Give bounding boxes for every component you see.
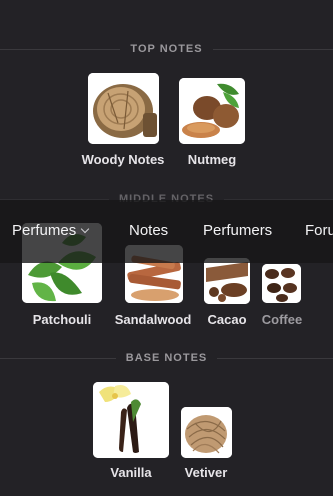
nav-item-notes[interactable]: Notes xyxy=(129,222,168,239)
note-label-coffee[interactable]: Coffee xyxy=(262,312,302,327)
note-label-woody-notes[interactable]: Woody Notes xyxy=(82,152,165,167)
nav-item-perfumers[interactable]: Perfumers xyxy=(203,222,272,239)
section-title-top: TOP NOTES xyxy=(130,43,203,55)
note-label-vetiver[interactable]: Vetiver xyxy=(185,465,228,480)
note-label-patchouli[interactable]: Patchouli xyxy=(33,312,92,327)
note-image-woody-notes[interactable] xyxy=(88,73,159,144)
note-image-vetiver[interactable] xyxy=(181,407,232,458)
note-image-nutmeg[interactable] xyxy=(179,78,245,144)
note-label-cacao[interactable]: Cacao xyxy=(207,312,246,327)
note-image-cacao[interactable] xyxy=(204,258,250,304)
top-navbar: Perfumes Notes Perfumers Forum xyxy=(0,200,333,263)
note-image-vanilla[interactable] xyxy=(93,382,169,458)
nav-item-forum[interactable]: Forum xyxy=(305,222,333,239)
section-divider-base: BASE NOTES xyxy=(0,350,333,366)
note-label-nutmeg[interactable]: Nutmeg xyxy=(188,152,236,167)
note-label-sandalwood[interactable]: Sandalwood xyxy=(115,312,192,327)
note-image-coffee[interactable] xyxy=(262,264,301,303)
section-title-base: BASE NOTES xyxy=(125,352,208,364)
note-label-vanilla[interactable]: Vanilla xyxy=(110,465,151,480)
section-divider-top: TOP NOTES xyxy=(0,41,333,57)
chevron-down-icon xyxy=(80,224,90,234)
nav-item-perfumes-label: Perfumes xyxy=(12,222,77,239)
nav-item-perfumes[interactable]: Perfumes xyxy=(12,222,90,239)
